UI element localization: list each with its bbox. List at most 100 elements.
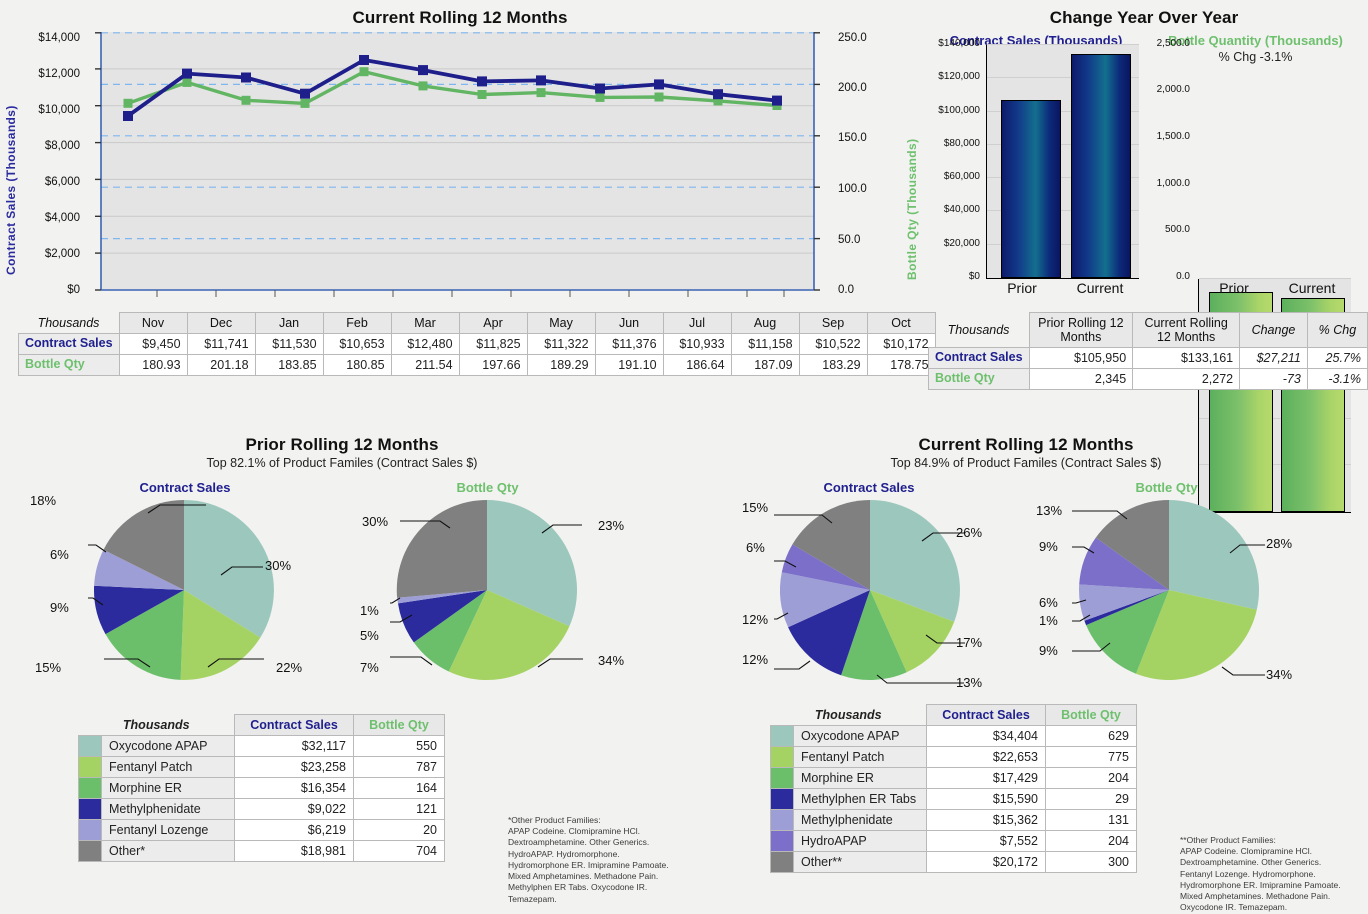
cell: $12,480 — [391, 334, 459, 355]
list-item: Oxycodone APAP$34,404629 — [771, 726, 1137, 747]
table-header-row: Thousands Nov Dec Jan Feb Mar Apr May Ju… — [19, 313, 936, 334]
cell: $11,741 — [187, 334, 255, 355]
legend-contract-sales-value: $9,022 — [235, 799, 354, 820]
legend-product-name: Oxycodone APAP — [794, 726, 927, 747]
current-other-families-footnote: **Other Product Families: APAP Codeine. … — [1180, 835, 1368, 914]
legend-bottle-qty-value: 629 — [1046, 726, 1137, 747]
current-bottle-label-9-upper: 9% — [1039, 539, 1058, 554]
table-row: Bottle Qty 2,345 2,272 -73 -3.1% — [929, 369, 1368, 390]
prior-legend-header-sales: Contract Sales — [235, 715, 354, 736]
legend-color-swatch — [771, 789, 794, 810]
list-item: Methylphenidate$9,022121 — [79, 799, 445, 820]
bar-prior-sales — [1001, 100, 1061, 278]
year-over-year-section: Change Year Over Year Contract Sales (Th… — [920, 0, 1368, 305]
legend-contract-sales-value: $32,117 — [235, 736, 354, 757]
row-label-contract-sales: Contract Sales — [19, 334, 120, 355]
line-chart-right-axis-title: Bottle Qty (Thousands) — [905, 95, 919, 280]
sales-category-prior: Prior — [986, 280, 1058, 296]
legend-bottle-qty-value: 204 — [1046, 768, 1137, 789]
prior-contract-sales-pie — [88, 495, 280, 685]
list-item: Other**$20,172300 — [771, 852, 1137, 873]
table-row: Contract Sales $105,950 $133,161 $27,211… — [929, 348, 1368, 369]
current-bottle-label-6: 6% — [1039, 595, 1058, 610]
month-header: Apr — [459, 313, 527, 334]
sales-category-current: Current — [1060, 280, 1140, 296]
list-item: Fentanyl Patch$22,653775 — [771, 747, 1137, 768]
current-bottle-label-1: 1% — [1039, 613, 1058, 628]
table-header-row: Thousands Prior Rolling 12 Months Curren… — [929, 313, 1368, 348]
yoy-summary-table-wrap: Thousands Prior Rolling 12 Months Curren… — [928, 312, 1368, 390]
table-row: Bottle Qty 180.93 201.18 183.85 180.85 2… — [19, 355, 936, 376]
legend-bottle-qty-value: 131 — [1046, 810, 1137, 831]
prior-legend-table: Thousands Contract Sales Bottle Qty Oxyc… — [78, 714, 445, 862]
current-sales-label-17: 17% — [956, 635, 982, 650]
cell: $10,172 — [867, 334, 935, 355]
legend-bottle-qty-value: 29 — [1046, 789, 1137, 810]
row-label-bottle-qty: Bottle Qty — [19, 355, 120, 376]
list-item: Morphine ER$16,354164 — [79, 778, 445, 799]
current-legend-table-wrap: Thousands Contract Sales Bottle Qty Oxyc… — [770, 704, 1137, 873]
prior-other-families-footnote: *Other Product Families: APAP Codeine. C… — [508, 815, 688, 905]
bar-current-sales — [1071, 54, 1131, 278]
legend-color-swatch — [79, 820, 102, 841]
prior-rolling-12-months-section: Prior Rolling 12 Months Top 82.1% of Pro… — [0, 430, 684, 909]
line-chart-title: Current Rolling 12 Months — [0, 8, 920, 28]
legend-contract-sales-value: $23,258 — [235, 757, 354, 778]
cell: $10,933 — [663, 334, 731, 355]
legend-contract-sales-value: $15,590 — [927, 789, 1046, 810]
header-prior: Prior Rolling 12 Months — [1029, 313, 1133, 348]
list-item: Fentanyl Patch$23,258787 — [79, 757, 445, 778]
legend-product-name: Oxycodone APAP — [102, 736, 235, 757]
legend-bottle-qty-value: 20 — [354, 820, 445, 841]
line-chart-plot — [85, 32, 830, 297]
month-header: Oct — [867, 313, 935, 334]
current-sales-label-12-a: 12% — [742, 652, 768, 667]
prior-sales-label-22: 22% — [276, 660, 302, 675]
cell-current: 2,272 — [1133, 369, 1240, 390]
prior-sales-label-18: 18% — [30, 493, 56, 508]
summary-table-corner: Thousands — [929, 313, 1030, 348]
prior-section-title: Prior Rolling 12 Months — [0, 435, 684, 455]
current-bottle-label-34: 34% — [1266, 667, 1292, 682]
legend-product-name: Methylphenidate — [794, 810, 927, 831]
legend-product-name: Fentanyl Patch — [102, 757, 235, 778]
current-rolling-12-months-section: Current Rolling 12 Months Top 84.9% of P… — [684, 430, 1368, 909]
month-header: Dec — [187, 313, 255, 334]
month-header: Feb — [323, 313, 391, 334]
cell: 189.29 — [527, 355, 595, 376]
yoy-bottle-pct-change: % Chg -3.1% — [1148, 50, 1363, 64]
cell-prior: 2,345 — [1029, 369, 1133, 390]
prior-sales-label-6: 6% — [50, 547, 69, 562]
bottle-category-prior: Prior — [1198, 280, 1270, 296]
cell: 191.10 — [595, 355, 663, 376]
cell: 183.85 — [255, 355, 323, 376]
list-item: HydroAPAP$7,552204 — [771, 831, 1137, 852]
prior-legend-corner: Thousands — [79, 715, 235, 736]
prior-bottle-qty-pie — [390, 495, 585, 685]
current-legend-header-sales: Contract Sales — [927, 705, 1046, 726]
cell: $10,653 — [323, 334, 391, 355]
current-bottle-label-13: 13% — [1036, 503, 1062, 518]
cell: 183.29 — [799, 355, 867, 376]
sales-bar-plot — [986, 45, 1139, 279]
current-sales-label-26: 26% — [956, 525, 982, 540]
table-header-row: Thousands Contract Sales Bottle Qty — [771, 705, 1137, 726]
yoy-title: Change Year Over Year — [920, 8, 1368, 28]
current-contract-sales-pie — [774, 495, 966, 685]
header-pct-change: % Chg — [1307, 313, 1367, 348]
current-legend-corner: Thousands — [771, 705, 927, 726]
legend-bottle-qty-value: 121 — [354, 799, 445, 820]
prior-sales-label-30: 30% — [265, 558, 291, 573]
current-section-subtitle: Top 84.9% of Product Familes (Contract S… — [684, 456, 1368, 470]
legend-bottle-qty-value: 775 — [1046, 747, 1137, 768]
list-item: Methylphen ER Tabs$15,59029 — [771, 789, 1137, 810]
legend-product-name: Morphine ER — [794, 768, 927, 789]
prior-sales-pie-title: Contract Sales — [85, 480, 285, 495]
current-sales-label-12-b: 12% — [742, 612, 768, 627]
cell-prior: $105,950 — [1029, 348, 1133, 369]
bottle-category-current: Current — [1272, 280, 1352, 296]
legend-product-name: Fentanyl Patch — [794, 747, 927, 768]
legend-contract-sales-value: $22,653 — [927, 747, 1046, 768]
legend-color-swatch — [79, 799, 102, 820]
prior-legend-table-wrap: Thousands Contract Sales Bottle Qty Oxyc… — [78, 714, 445, 862]
